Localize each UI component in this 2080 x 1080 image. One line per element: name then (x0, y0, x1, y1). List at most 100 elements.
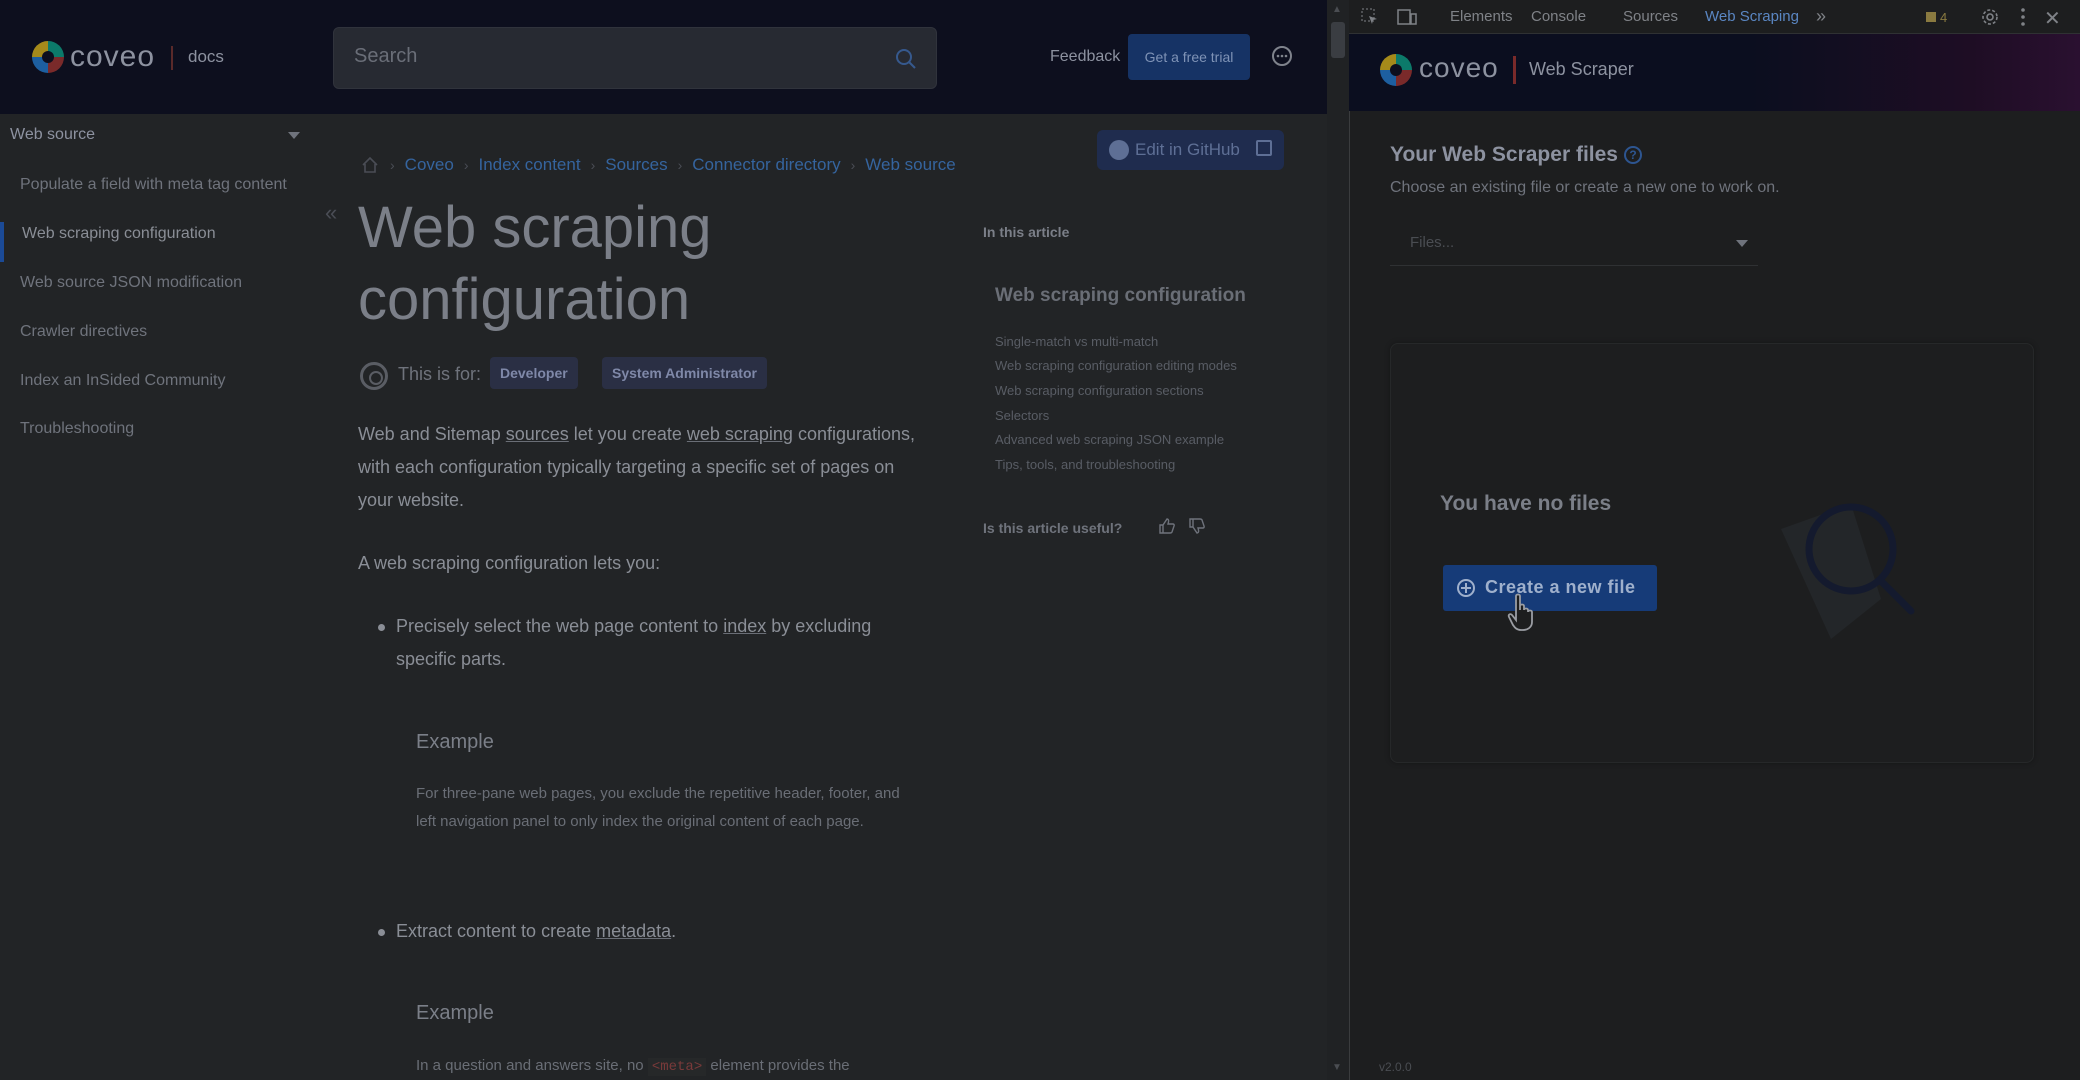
toc-item[interactable]: Single-match vs multi-match (995, 334, 1158, 349)
intro-text: Web and Sitemap (358, 424, 506, 444)
docs-logo-sub[interactable]: docs (188, 47, 224, 67)
breadcrumb-sources[interactable]: Sources (605, 155, 667, 175)
example-title: Example (416, 1002, 494, 1024)
nav-item-web-scraping[interactable]: Web scraping configuration (22, 225, 216, 243)
files-select-placeholder: Files... (1410, 234, 1455, 251)
target-icon (360, 362, 388, 390)
edit-in-github-button[interactable]: Edit in GitHub (1097, 130, 1284, 170)
magnifier-illustration-icon (1781, 503, 1915, 639)
devtools-panel: Elements Console Sources Web Scraping » … (1349, 0, 2080, 1080)
tab-elements[interactable]: Elements (1450, 8, 1513, 25)
docs-page: coveo docs Search Feedback Get a free tr… (0, 0, 1327, 1080)
nav-item-troubleshooting[interactable]: Troubleshooting (20, 420, 134, 438)
example-text-part: In a question and answers site, no (416, 1057, 648, 1074)
thumbs-up-icon[interactable] (1158, 517, 1176, 535)
feedback-link[interactable]: Feedback (1050, 48, 1120, 66)
logo-separator (171, 46, 173, 70)
panel-divider[interactable] (1349, 0, 1350, 1080)
audience-tag-sysadmin[interactable]: System Administrator (602, 357, 767, 389)
coveo-logo-icon[interactable] (32, 41, 64, 73)
toc-item[interactable]: Selectors (995, 408, 1049, 423)
tab-web-scraping[interactable]: Web Scraping (1705, 8, 1799, 25)
toc-item[interactable]: Tips, tools, and troubleshooting (995, 457, 1175, 472)
intro-lets-you: A web scraping configuration lets you: (358, 553, 661, 573)
collapse-sidebar-icon[interactable]: « (325, 200, 337, 226)
empty-state-title: You have no files (1440, 492, 1612, 515)
toc-item[interactable]: Web scraping configuration sections (995, 383, 1204, 398)
example-text: For three-pane web pages, you exclude th… (416, 785, 900, 830)
nav-section-label: Web source (10, 126, 96, 143)
chevron-right-icon: › (850, 157, 856, 173)
breadcrumb-connector-directory[interactable]: Connector directory (692, 155, 840, 175)
search-input[interactable]: Search (333, 27, 937, 89)
toc-item[interactable]: Advanced web scraping JSON example (995, 432, 1224, 447)
devtools-tabbar: Elements Console Sources Web Scraping » … (1349, 0, 2080, 34)
chevron-right-icon: › (463, 157, 469, 173)
more-options-icon[interactable] (1271, 45, 1293, 67)
scroll-up-icon[interactable]: ▲ (1332, 4, 1344, 16)
bullet-icon (378, 624, 385, 631)
nav-active-indicator (0, 222, 4, 262)
tab-sources[interactable]: Sources (1623, 8, 1678, 25)
docs-header: coveo docs Search Feedback Get a free tr… (0, 0, 1327, 114)
nav-item-insided[interactable]: Index an InSided Community (20, 372, 225, 390)
nav-item-crawler-directives[interactable]: Crawler directives (20, 323, 147, 341)
chevron-right-icon: › (390, 157, 395, 173)
kebab-menu-icon[interactable] (2020, 7, 2026, 27)
breadcrumb-index-content[interactable]: Index content (478, 155, 580, 175)
docs-logo-text[interactable]: coveo (70, 40, 155, 74)
article-useful-label: Is this article useful? (983, 520, 1123, 536)
version-label: v2.0.0 (1379, 1060, 1412, 1074)
nav-section-dropdown[interactable]: Web source (10, 126, 306, 156)
breadcrumb: › Coveo › Index content › Sources › Conn… (360, 150, 956, 180)
help-icon[interactable]: ? (1624, 146, 1642, 164)
web-scraping-link[interactable]: web scraping (687, 424, 793, 444)
nav-item-meta-tag[interactable]: Populate a field with meta tag content (20, 176, 287, 194)
search-icon[interactable] (894, 47, 918, 71)
ws-logo-text: coveo (1419, 52, 1499, 83)
bullet-icon (378, 929, 385, 936)
free-trial-button[interactable]: Get a free trial (1128, 34, 1250, 80)
bullet-text: Precisely select the web page content to (396, 616, 724, 636)
index-link[interactable]: index (723, 616, 766, 636)
inspect-element-icon[interactable] (1361, 8, 1379, 26)
breadcrumb-coveo[interactable]: Coveo (405, 155, 454, 175)
empty-state-card: You have no files Create a new file (1390, 343, 2034, 763)
warnings-count: 4 (1940, 10, 1948, 25)
toc-item[interactable]: Web scraping configuration editing modes (995, 358, 1237, 373)
example-text-part: element provides the (706, 1057, 850, 1074)
files-subtitle: Choose an existing file or create a new … (1390, 179, 1780, 196)
thumbs-down-icon[interactable] (1188, 517, 1206, 535)
external-link-icon (1256, 140, 1272, 156)
device-toolbar-icon[interactable] (1397, 8, 1417, 26)
intro-paragraph: Web and Sitemap sources let you create w… (358, 418, 918, 517)
toc-title[interactable]: Web scraping configuration (995, 285, 1246, 307)
toc-heading: In this article (983, 224, 1070, 240)
page-title: Web scraping configuration (358, 195, 712, 332)
scrollbar-thumb[interactable] (1331, 22, 1345, 58)
close-icon[interactable]: ✕ (2044, 6, 2061, 31)
tab-console[interactable]: Console (1531, 8, 1586, 25)
plus-circle-icon (1457, 579, 1475, 597)
gear-icon[interactable] (1980, 7, 2000, 27)
home-icon[interactable] (360, 155, 380, 175)
scroll-down-icon[interactable]: ▼ (1332, 1062, 1344, 1074)
chevron-right-icon: › (590, 157, 596, 173)
bullet-select-content: Precisely select the web page content to… (396, 610, 916, 676)
chevron-right-icon: › (677, 157, 683, 173)
breadcrumb-web-source[interactable]: Web source (865, 155, 955, 175)
metadata-link[interactable]: metadata (596, 921, 671, 941)
nav-item-json-modification[interactable]: Web source JSON modification (20, 274, 242, 292)
warnings-badge[interactable]: 4 (1926, 10, 1947, 25)
docs-scrollbar[interactable] (1327, 0, 1349, 1080)
bullet-extract-metadata: Extract content to create metadata. (396, 915, 916, 948)
more-tabs-icon[interactable]: » (1816, 6, 1826, 27)
create-new-file-button[interactable]: Create a new file (1443, 565, 1657, 611)
audience-tag-developer[interactable]: Developer (490, 357, 578, 389)
files-select[interactable]: Files... (1390, 222, 1758, 266)
github-label: Edit in GitHub (1135, 140, 1240, 159)
files-heading: Your Web Scraper files (1390, 143, 1618, 166)
caret-down-icon (288, 132, 300, 139)
coveo-logo-icon (1380, 54, 1412, 86)
sources-link[interactable]: sources (506, 424, 569, 444)
